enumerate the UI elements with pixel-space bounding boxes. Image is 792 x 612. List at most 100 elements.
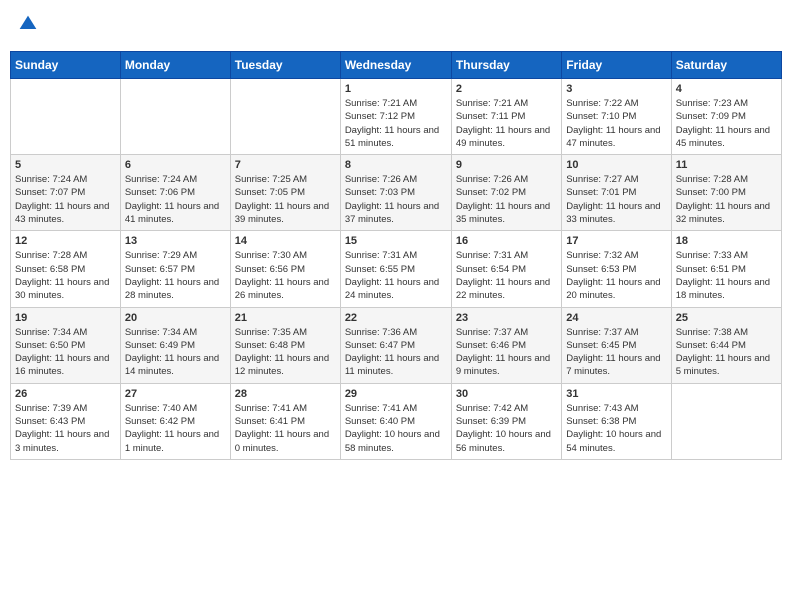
day-info: Sunrise: 7:39 AMSunset: 6:43 PMDaylight:… bbox=[15, 402, 116, 455]
day-number: 5 bbox=[15, 159, 116, 171]
day-info: Sunrise: 7:33 AMSunset: 6:51 PMDaylight:… bbox=[676, 249, 777, 302]
weekday-header-thursday: Thursday bbox=[451, 52, 561, 79]
day-cell-21: 21Sunrise: 7:35 AMSunset: 6:48 PMDayligh… bbox=[230, 307, 340, 383]
day-cell-7: 7Sunrise: 7:25 AMSunset: 7:05 PMDaylight… bbox=[230, 155, 340, 231]
weekday-header-monday: Monday bbox=[120, 52, 230, 79]
day-cell-17: 17 Sunrise: 7:32 AMSunset: 6:53 PMDayligh… bbox=[562, 231, 671, 307]
day-cell-25: 25Sunrise: 7:38 AMSunset: 6:44 PMDayligh… bbox=[671, 307, 781, 383]
day-cell-20: 20 Sunrise: 7:34 AMSunset: 6:49 PMDayligh… bbox=[120, 307, 230, 383]
day-number: 13 bbox=[125, 235, 226, 247]
day-info: Sunrise: 7:31 AMSunset: 6:55 PMDaylight:… bbox=[345, 249, 447, 302]
day-info: Sunrise: 7:24 AMSunset: 7:06 PMDaylight:… bbox=[125, 173, 226, 226]
day-info: Sunrise: 7:26 AMSunset: 7:02 PMDaylight:… bbox=[456, 173, 557, 226]
day-cell-5: 5Sunrise: 7:24 AMSunset: 7:07 PMDaylight… bbox=[11, 155, 121, 231]
day-cell-empty bbox=[11, 79, 121, 155]
logo-icon bbox=[18, 14, 38, 34]
day-info: Sunrise: 7:43 AMSunset: 6:38 PMDaylight:… bbox=[566, 402, 666, 455]
day-cell-empty bbox=[230, 79, 340, 155]
day-number: 30 bbox=[456, 388, 557, 400]
weekday-header-saturday: Saturday bbox=[671, 52, 781, 79]
weekday-header-row: SundayMondayTuesdayWednesdayThursdayFrid… bbox=[11, 52, 782, 79]
day-number: 11 bbox=[676, 159, 777, 171]
day-cell-9: 9 Sunrise: 7:26 AMSunset: 7:02 PMDaylight… bbox=[451, 155, 561, 231]
day-info: Sunrise: 7:23 AMSunset: 7:09 PMDaylight:… bbox=[676, 97, 777, 150]
day-number: 25 bbox=[676, 312, 777, 324]
day-number: 20 bbox=[125, 312, 226, 324]
day-number: 24 bbox=[566, 312, 666, 324]
day-cell-23: 23 Sunrise: 7:37 AMSunset: 6:46 PMDayligh… bbox=[451, 307, 561, 383]
day-cell-6: 6 Sunrise: 7:24 AMSunset: 7:06 PMDaylight… bbox=[120, 155, 230, 231]
week-row-4: 19Sunrise: 7:34 AMSunset: 6:50 PMDayligh… bbox=[11, 307, 782, 383]
day-info: Sunrise: 7:34 AMSunset: 6:50 PMDaylight:… bbox=[15, 326, 116, 379]
day-cell-15: 15 Sunrise: 7:31 AMSunset: 6:55 PMDayligh… bbox=[340, 231, 451, 307]
day-number: 1 bbox=[345, 83, 447, 95]
day-cell-13: 13 Sunrise: 7:29 AMSunset: 6:57 PMDayligh… bbox=[120, 231, 230, 307]
day-number: 27 bbox=[125, 388, 226, 400]
day-cell-18: 18 Sunrise: 7:33 AMSunset: 6:51 PMDayligh… bbox=[671, 231, 781, 307]
day-info: Sunrise: 7:21 AMSunset: 7:11 PMDaylight:… bbox=[456, 97, 557, 150]
day-info: Sunrise: 7:29 AMSunset: 6:57 PMDaylight:… bbox=[125, 249, 226, 302]
day-info: Sunrise: 7:42 AMSunset: 6:39 PMDaylight:… bbox=[456, 402, 557, 455]
day-number: 3 bbox=[566, 83, 666, 95]
day-number: 7 bbox=[235, 159, 336, 171]
day-cell-empty bbox=[671, 383, 781, 459]
weekday-header-wednesday: Wednesday bbox=[340, 52, 451, 79]
day-info: Sunrise: 7:28 AMSunset: 6:58 PMDaylight:… bbox=[15, 249, 116, 302]
week-row-1: 1 Sunrise: 7:21 AMSunset: 7:12 PMDaylight… bbox=[11, 79, 782, 155]
day-cell-30: 30 Sunrise: 7:42 AMSunset: 6:39 PMDayligh… bbox=[451, 383, 561, 459]
day-cell-4: 4 Sunrise: 7:23 AMSunset: 7:09 PMDaylight… bbox=[671, 79, 781, 155]
day-info: Sunrise: 7:22 AMSunset: 7:10 PMDaylight:… bbox=[566, 97, 666, 150]
day-info: Sunrise: 7:40 AMSunset: 6:42 PMDaylight:… bbox=[125, 402, 226, 455]
day-number: 2 bbox=[456, 83, 557, 95]
day-info: Sunrise: 7:28 AMSunset: 7:00 PMDaylight:… bbox=[676, 173, 777, 226]
day-number: 14 bbox=[235, 235, 336, 247]
day-number: 29 bbox=[345, 388, 447, 400]
day-cell-24: 24 Sunrise: 7:37 AMSunset: 6:45 PMDayligh… bbox=[562, 307, 671, 383]
day-cell-27: 27 Sunrise: 7:40 AMSunset: 6:42 PMDayligh… bbox=[120, 383, 230, 459]
day-number: 18 bbox=[676, 235, 777, 247]
weekday-header-tuesday: Tuesday bbox=[230, 52, 340, 79]
day-number: 9 bbox=[456, 159, 557, 171]
logo bbox=[18, 14, 40, 39]
day-number: 26 bbox=[15, 388, 116, 400]
day-cell-29: 29 Sunrise: 7:41 AMSunset: 6:40 PMDayligh… bbox=[340, 383, 451, 459]
day-info: Sunrise: 7:34 AMSunset: 6:49 PMDaylight:… bbox=[125, 326, 226, 379]
day-number: 31 bbox=[566, 388, 666, 400]
day-cell-26: 26 Sunrise: 7:39 AMSunset: 6:43 PMDayligh… bbox=[11, 383, 121, 459]
day-number: 16 bbox=[456, 235, 557, 247]
day-info: Sunrise: 7:30 AMSunset: 6:56 PMDaylight:… bbox=[235, 249, 336, 302]
day-info: Sunrise: 7:31 AMSunset: 6:54 PMDaylight:… bbox=[456, 249, 557, 302]
week-row-2: 5Sunrise: 7:24 AMSunset: 7:07 PMDaylight… bbox=[11, 155, 782, 231]
weekday-header-sunday: Sunday bbox=[11, 52, 121, 79]
weekday-header-friday: Friday bbox=[562, 52, 671, 79]
day-cell-14: 14 Sunrise: 7:30 AMSunset: 6:56 PMDayligh… bbox=[230, 231, 340, 307]
day-info: Sunrise: 7:41 AMSunset: 6:41 PMDaylight:… bbox=[235, 402, 336, 455]
day-cell-empty bbox=[120, 79, 230, 155]
day-number: 10 bbox=[566, 159, 666, 171]
day-number: 6 bbox=[125, 159, 226, 171]
day-cell-2: 2 Sunrise: 7:21 AMSunset: 7:11 PMDaylight… bbox=[451, 79, 561, 155]
day-cell-10: 10 Sunrise: 7:27 AMSunset: 7:01 PMDayligh… bbox=[562, 155, 671, 231]
day-number: 8 bbox=[345, 159, 447, 171]
calendar: SundayMondayTuesdayWednesdayThursdayFrid… bbox=[10, 51, 782, 460]
day-info: Sunrise: 7:21 AMSunset: 7:12 PMDaylight:… bbox=[345, 97, 447, 150]
week-row-3: 12 Sunrise: 7:28 AMSunset: 6:58 PMDayligh… bbox=[11, 231, 782, 307]
day-cell-28: 28Sunrise: 7:41 AMSunset: 6:41 PMDayligh… bbox=[230, 383, 340, 459]
day-cell-1: 1 Sunrise: 7:21 AMSunset: 7:12 PMDaylight… bbox=[340, 79, 451, 155]
day-number: 12 bbox=[15, 235, 116, 247]
day-number: 15 bbox=[345, 235, 447, 247]
day-cell-16: 16 Sunrise: 7:31 AMSunset: 6:54 PMDayligh… bbox=[451, 231, 561, 307]
day-info: Sunrise: 7:37 AMSunset: 6:45 PMDaylight:… bbox=[566, 326, 666, 379]
day-number: 17 bbox=[566, 235, 666, 247]
day-cell-3: 3 Sunrise: 7:22 AMSunset: 7:10 PMDaylight… bbox=[562, 79, 671, 155]
day-info: Sunrise: 7:41 AMSunset: 6:40 PMDaylight:… bbox=[345, 402, 447, 455]
day-cell-12: 12 Sunrise: 7:28 AMSunset: 6:58 PMDayligh… bbox=[11, 231, 121, 307]
day-cell-22: 22Sunrise: 7:36 AMSunset: 6:47 PMDayligh… bbox=[340, 307, 451, 383]
day-info: Sunrise: 7:27 AMSunset: 7:01 PMDaylight:… bbox=[566, 173, 666, 226]
day-number: 4 bbox=[676, 83, 777, 95]
day-info: Sunrise: 7:32 AMSunset: 6:53 PMDaylight:… bbox=[566, 249, 666, 302]
day-number: 23 bbox=[456, 312, 557, 324]
day-info: Sunrise: 7:36 AMSunset: 6:47 PMDaylight:… bbox=[345, 326, 447, 379]
day-cell-11: 11 Sunrise: 7:28 AMSunset: 7:00 PMDayligh… bbox=[671, 155, 781, 231]
day-info: Sunrise: 7:37 AMSunset: 6:46 PMDaylight:… bbox=[456, 326, 557, 379]
